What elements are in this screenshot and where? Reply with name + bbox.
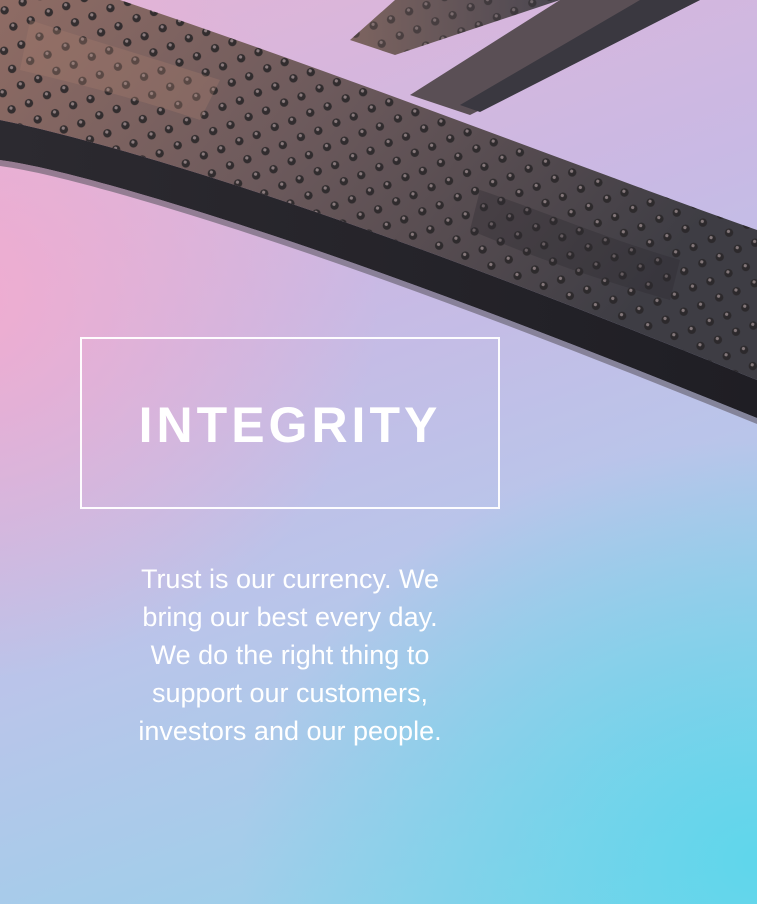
statement-line: Trust is our currency. We — [140, 564, 440, 594]
statement-line: We do the right thing to — [150, 640, 430, 670]
values-statement: Trust is our currency. We bring our best… — [80, 560, 500, 750]
heading: INTEGRITY — [138, 397, 442, 453]
heading-frame: INTEGRITY — [80, 337, 500, 509]
statement-line: investors and our people. — [138, 716, 442, 746]
statement-line: support our customers, — [151, 678, 429, 708]
statement-line: bring our best every day. — [142, 602, 438, 632]
poster: INTEGRITY Trust is our currency. We brin… — [0, 0, 757, 904]
